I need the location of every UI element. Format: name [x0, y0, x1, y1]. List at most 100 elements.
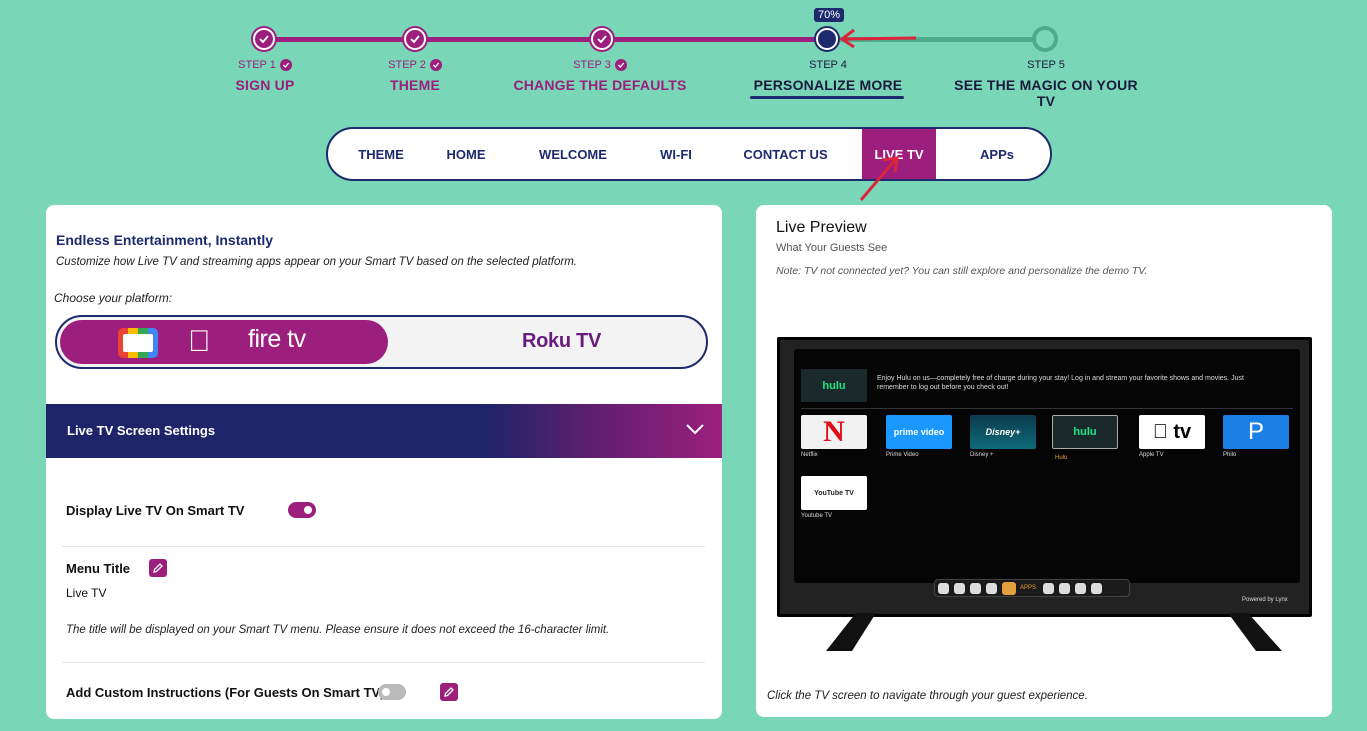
step-title: THEME — [390, 77, 440, 93]
grid-icon[interactable] — [1059, 583, 1070, 594]
step-2-dot[interactable] — [404, 28, 426, 50]
banner-text: Enjoy Hulu on us—completely free of char… — [877, 375, 1244, 391]
platform-prompt: Choose your platform: — [54, 291, 173, 305]
apple-icon:  — [188, 326, 211, 358]
current-step-underline — [750, 96, 904, 99]
step-title: SEE THE MAGIC ON YOUR TV — [954, 77, 1138, 109]
step-number: STEP 2 — [388, 59, 426, 71]
app-name: Netflix — [801, 452, 818, 458]
red-arrow-annotation — [859, 156, 899, 201]
chevron-down-icon[interactable] — [686, 423, 704, 435]
edit-custom-instructions-button[interactable] — [440, 683, 458, 701]
check-icon — [279, 59, 292, 71]
tv-dock: APPS — [934, 579, 1130, 597]
info-icon[interactable] — [1075, 583, 1086, 594]
check-icon — [259, 35, 269, 44]
app-tile-philo[interactable]: P — [1223, 415, 1289, 449]
check-icon — [614, 59, 627, 71]
edit-menu-title-button[interactable] — [149, 559, 167, 577]
custom-instructions-label: Add Custom Instructions (For Guests On S… — [66, 685, 385, 700]
app-name: Hulu — [1055, 455, 1068, 461]
app-tile-youtube-tv[interactable]: YouTube TV — [801, 476, 867, 510]
tv-banner: hulu Enjoy Hulu on us—completely free of… — [801, 369, 1293, 409]
phone-icon[interactable] — [1043, 583, 1054, 594]
preview-title: Live Preview — [776, 219, 867, 236]
firetv-logo: fire tv — [248, 325, 306, 353]
step-number: STEP 3 — [573, 59, 611, 71]
tv-screen[interactable]: hulu Enjoy Hulu on us—completely free of… — [794, 349, 1300, 583]
menu-title-note: The title will be displayed on your Smar… — [66, 624, 610, 636]
edit-icon — [444, 687, 454, 697]
check-icon — [597, 35, 607, 44]
tab-apps[interactable]: APPs — [964, 129, 1030, 179]
setup-progress: 70% STEP 1 SIGN UP STEP 2 THEME STEP 3 C… — [0, 0, 1367, 110]
live-preview-panel: Live Preview What Your Guests See Note: … — [756, 205, 1332, 717]
google-tv-icon — [118, 328, 158, 358]
live-tv-screen-settings-accordion[interactable]: Live TV Screen Settings — [46, 404, 722, 458]
app-tile-netflix[interactable]: N — [801, 415, 867, 449]
divider — [62, 662, 705, 663]
message-icon[interactable] — [954, 583, 965, 594]
app-tile-prime-video[interactable]: prime video — [886, 415, 952, 449]
app-name: Disney + — [970, 452, 994, 458]
app-name: Philo — [1223, 452, 1237, 458]
step-5-dot[interactable] — [1034, 28, 1056, 50]
edit-icon — [153, 563, 163, 573]
step-title: CHANGE THE DEFAULTS — [513, 77, 687, 93]
dock-apps-label: APPS — [1020, 585, 1037, 591]
menu-title-value: Live TV — [66, 586, 107, 600]
step-number: STEP 4 — [809, 59, 847, 71]
step-3-label[interactable]: STEP 3 CHANGE THE DEFAULTS — [500, 58, 700, 93]
platform-option-roku[interactable]: Roku TV — [522, 330, 601, 353]
wifi-icon[interactable] — [970, 583, 981, 594]
divider — [62, 546, 705, 547]
tab-welcome[interactable]: WELCOME — [528, 129, 618, 179]
app-tile-disney-plus[interactable]: Disney+ — [970, 415, 1036, 449]
app-tile-apple-tv[interactable]:  tv — [1139, 415, 1205, 449]
settings-icon[interactable] — [1091, 583, 1102, 594]
tab-home[interactable]: HOME — [433, 129, 499, 179]
platform-selector:  fire tv Roku TV — [55, 315, 708, 369]
home-icon[interactable] — [938, 583, 949, 594]
tv-stand — [826, 613, 1282, 651]
check-icon — [429, 59, 442, 71]
section-tabs: THEME HOME WELCOME WI-FI CONTACT US LIVE… — [326, 127, 1052, 181]
preview-subtitle: What Your Guests See — [776, 242, 888, 254]
platform-option-google-apple-firetv[interactable]:  fire tv — [60, 320, 388, 364]
app-name: Youtube TV — [801, 513, 833, 519]
preview-note: Note: TV not connected yet? You can stil… — [776, 265, 1148, 277]
step-1-dot[interactable] — [253, 28, 275, 50]
step-number: STEP 5 — [1027, 59, 1065, 71]
menu-title-label: Menu Title — [66, 561, 131, 576]
progress-track-done — [264, 37, 827, 42]
apps-icon[interactable] — [1002, 582, 1016, 595]
step-4-dot-current[interactable] — [816, 28, 838, 50]
live-tv-settings-panel: Endless Entertainment, Instantly Customi… — [46, 205, 722, 719]
app-name: Apple TV — [1139, 452, 1164, 458]
display-live-tv-toggle[interactable] — [288, 502, 316, 518]
custom-instructions-toggle[interactable] — [378, 684, 406, 700]
weather-icon[interactable] — [986, 583, 997, 594]
step-5-label[interactable]: STEP 5 SEE THE MAGIC ON YOUR TV — [946, 58, 1146, 109]
tv-preview[interactable]: hulu Enjoy Hulu on us—completely free of… — [777, 337, 1312, 617]
step-4-label[interactable]: STEP 4 PERSONALIZE MORE — [728, 58, 928, 93]
panel-subtitle: Customize how Live TV and streaming apps… — [56, 256, 577, 268]
preview-footer: Click the TV screen to navigate through … — [767, 690, 1088, 702]
check-icon — [410, 35, 420, 44]
display-live-tv-label: Display Live TV On Smart TV — [66, 503, 245, 518]
tab-contact-us[interactable]: CONTACT US — [733, 129, 838, 179]
step-3-dot[interactable] — [591, 28, 613, 50]
powered-by-label: Powered by Lynx — [1242, 597, 1288, 603]
step-number: STEP 1 — [238, 59, 276, 71]
progress-percent-badge: 70% — [814, 8, 845, 22]
panel-heading: Endless Entertainment, Instantly — [56, 232, 274, 248]
step-2-label[interactable]: STEP 2 THEME — [315, 58, 515, 93]
banner-logo: hulu — [801, 369, 867, 402]
tab-theme[interactable]: THEME — [346, 129, 416, 179]
app-name: Prime Video — [886, 452, 919, 458]
step-title: PERSONALIZE MORE — [753, 77, 903, 93]
accordion-title: Live TV Screen Settings — [67, 423, 216, 438]
tab-wifi[interactable]: WI-FI — [648, 129, 704, 179]
red-arrow-annotation — [839, 28, 917, 49]
app-tile-hulu[interactable]: hulu — [1052, 415, 1118, 449]
